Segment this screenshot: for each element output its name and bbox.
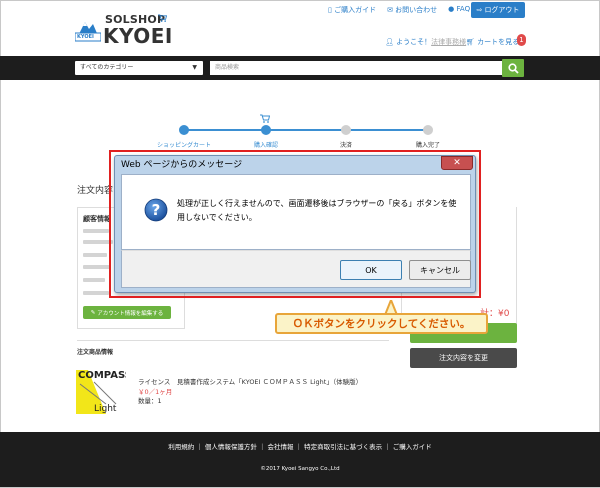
faq-link[interactable]: ● FAQ: [448, 5, 470, 15]
search-button[interactable]: [502, 59, 524, 77]
mail-icon: ✉: [387, 6, 396, 14]
logout-icon: ⇨: [476, 6, 483, 14]
contact-link[interactable]: ✉ お問い合わせ: [387, 5, 437, 15]
edit-account-button[interactable]: ✎ アカウント情報を編集する: [83, 306, 171, 319]
blurred-info: [83, 265, 111, 269]
guide-link[interactable]: ▯ ご購入ガイド: [328, 5, 376, 15]
top-links: ▯ ご購入ガイド ✉ お問い合わせ ● FAQ: [328, 5, 470, 15]
site-logo[interactable]: KYOEI SOLSHOP KYOEI: [75, 12, 175, 48]
step-label-payment: 決済: [339, 142, 353, 149]
edit-icon: ✎: [90, 309, 96, 316]
blurred-info: [83, 291, 109, 295]
footer-links[interactable]: 利用規約 ｜ 個人情報保護方針 ｜ 会社情報 ｜ 特定商取引法に基づく表示 ｜ …: [0, 441, 600, 451]
cart-link[interactable]: 🛒︎ カートを見る: [466, 37, 519, 47]
category-select[interactable]: すべてのカテゴリー ▼: [75, 61, 203, 75]
logo-badge-text: KYOEI: [77, 34, 94, 40]
product-name: ライセンス 見積書作成システム「KYOEI ＣＯＭＰＡＳＳ Light」（体験版…: [138, 378, 363, 386]
blurred-info: [83, 278, 105, 282]
logout-button[interactable]: ⇨ ログアウト: [471, 2, 525, 18]
step-label-confirm: 購入確認: [253, 142, 279, 149]
cart-count-badge: 1: [517, 34, 526, 46]
thumb-light-text: Light: [94, 404, 117, 414]
step-cart-icon: [260, 114, 270, 123]
cart-icon: 🛒︎: [466, 38, 478, 46]
customer-title: 顧客情報: [83, 215, 111, 223]
step-dot-cart: [179, 125, 189, 135]
caret-down-icon: ▼: [192, 64, 197, 71]
dialog-highlight-frame: [109, 150, 481, 298]
step-label-complete: 購入完了: [415, 142, 441, 149]
logo-kyoei: KYOEI: [103, 24, 173, 48]
change-order-button[interactable]: 注文内容を変更: [410, 348, 517, 368]
blurred-info: [83, 253, 107, 257]
items-label: 注文商品情報: [77, 349, 114, 356]
question-icon: ●: [448, 5, 457, 13]
logo-cart-icon: [158, 14, 167, 22]
user-name-link[interactable]: 法律事務様: [431, 38, 466, 46]
welcome-text: 👤︎ ようこそ！法律事務様: [385, 38, 467, 46]
instruction-callout: ＯＫボタンをクリックしてください。: [275, 313, 488, 334]
divider: [77, 340, 389, 341]
search-input[interactable]: 商品検索: [210, 61, 502, 75]
thumb-compass-text: COMPASS: [78, 370, 126, 381]
step-label-cart: ショッピングカート: [156, 142, 212, 149]
user-icon: 👤︎: [385, 38, 397, 46]
blurred-info: [83, 229, 109, 233]
search-icon: [507, 62, 519, 74]
product-thumbnail: COMPASS Light: [76, 364, 126, 414]
copyright: ©2017 Kyoei Sangyo Co.,Ltd: [260, 466, 340, 472]
product-quantity: 数量：1: [138, 397, 162, 405]
step-dot-complete: [423, 125, 433, 135]
step-dot-confirm: [261, 125, 271, 135]
progress-line: [183, 129, 429, 131]
order-title: 注文内容: [77, 186, 114, 196]
step-dot-payment: [341, 125, 351, 135]
